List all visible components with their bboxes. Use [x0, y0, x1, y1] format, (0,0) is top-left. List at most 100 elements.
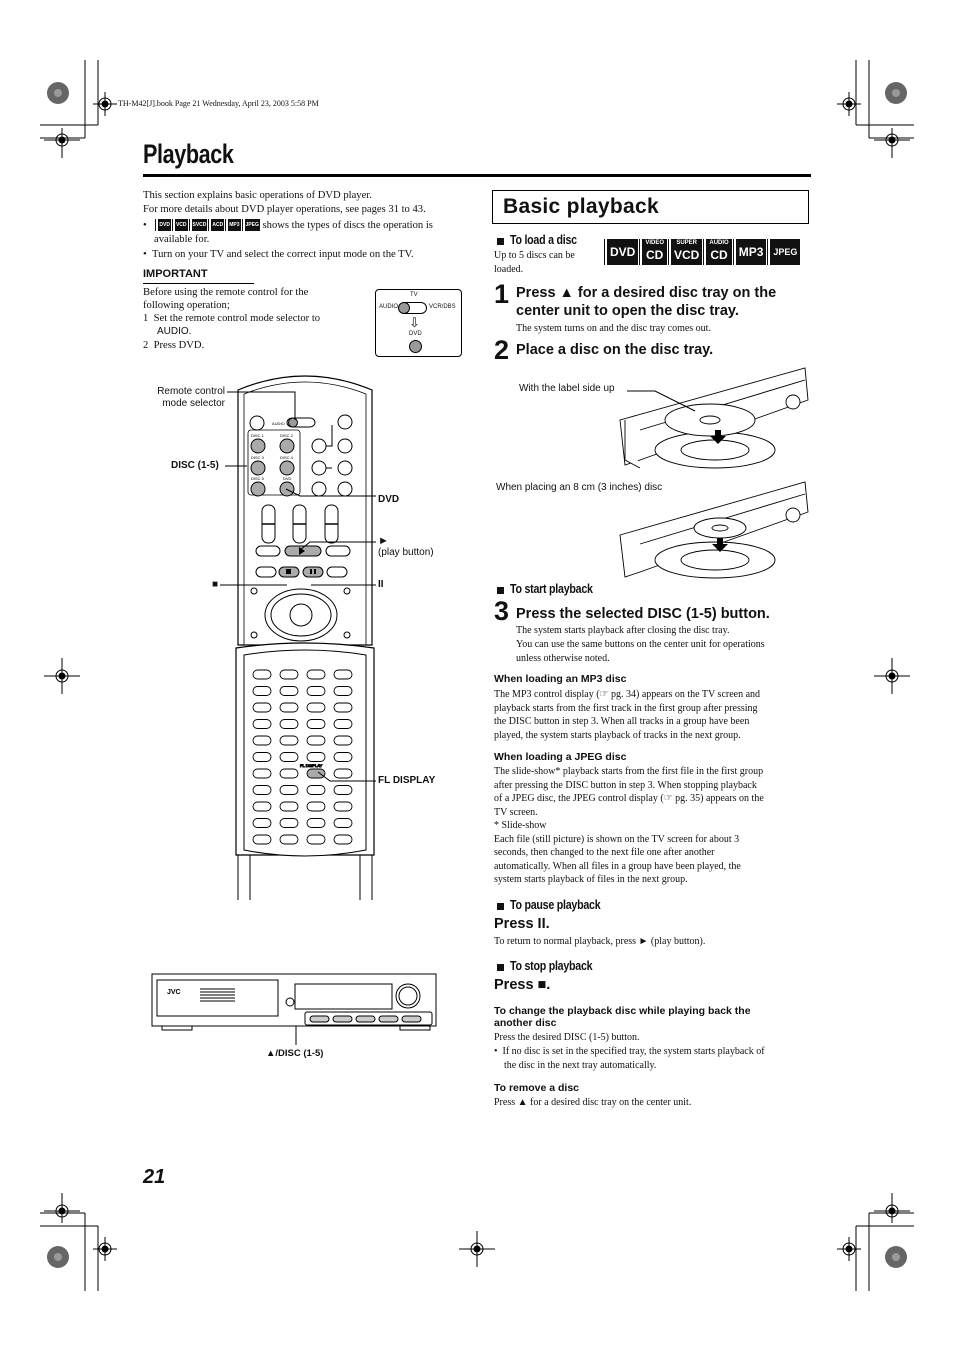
important-heading: IMPORTANT [143, 268, 208, 280]
step-text: Press DVD. [153, 340, 205, 351]
tray-button-3 [355, 1015, 376, 1023]
dvd-button [279, 481, 295, 497]
tray-button-5 [401, 1015, 422, 1023]
heading-line: another disc [494, 1017, 557, 1029]
remote-button [333, 818, 353, 828]
svg-text:DISC 1: DISC 1 [251, 433, 265, 438]
disc-type-badge: DVD [605, 239, 639, 265]
bullet-text: Turn on your TV and select the correct i… [152, 249, 414, 260]
remote-button [279, 801, 299, 812]
step-1-line-2: center unit to open the disc tray. [516, 303, 739, 319]
remote-button [252, 785, 272, 795]
mode-selector-diagram: TV AUDIO VCR/DBS ⇩ DVD [375, 289, 462, 357]
step-1-number: 1 [494, 279, 510, 309]
pause-press: Press II. [494, 916, 550, 932]
disc-type-badge: VIDEO CD [640, 239, 668, 265]
remote-control-illustration: AUDIO DISC 1 DISC 2DISC 3 DISC 4DISC 5 DVD … [235, 375, 375, 900]
step-1-note: The system turns on and the disc tray co… [516, 323, 711, 334]
jpeg-line: of a JPEG disc, the JPEG control display… [494, 793, 764, 804]
callout-line-1: Remote control [157, 386, 225, 397]
intro-line-2: For more details about DVD player operat… [143, 204, 426, 215]
remote-button [333, 669, 353, 680]
remote-button [306, 834, 326, 845]
disc-1-button [250, 438, 266, 454]
display-window [294, 983, 393, 1010]
jpeg-line: after pressing the DISC button in step 3… [494, 779, 757, 791]
bullet: • [143, 220, 147, 231]
heading-text: To pause playback [510, 897, 601, 912]
mp3-line: playback starts from the first track in … [494, 702, 758, 714]
heading-text: To load a disc [510, 232, 577, 247]
callout-pause: II [378, 579, 384, 590]
remote-button [252, 768, 272, 779]
pause-heading: To pause playback [497, 897, 620, 913]
disc-type-badge: MP3 [733, 239, 767, 265]
jpeg-icon: JPEG [242, 219, 260, 231]
square-bullet-icon [497, 902, 504, 910]
step-3-note-1: The system starts playback after closing… [516, 625, 730, 636]
arrow-down-icon: ⇩ [409, 315, 420, 330]
tv-label: TV [410, 292, 418, 298]
square-bullet-icon [497, 237, 504, 245]
small-disc-caption: When placing an 8 cm (3 inches) disc [496, 482, 663, 493]
remote-button [252, 719, 272, 729]
mp3-line: the DISC button in step 3. When all trac… [494, 716, 750, 727]
step-3-number: 3 [494, 596, 510, 626]
remote-button [279, 752, 299, 762]
brand-logo: JVC [167, 989, 181, 996]
jpeg-text: The slide-show* playback starts from the… [494, 765, 764, 887]
remote-button [333, 719, 353, 729]
book-info-header: TH-M42[J].book Page 21 Wednesday, April … [118, 99, 319, 108]
jpeg-line: system starts playback of files in the n… [494, 874, 688, 885]
remote-button [279, 686, 299, 696]
dvd-icon: DVD [156, 219, 171, 231]
heading-text: To start playback [510, 581, 593, 596]
disc-5-button [250, 481, 266, 497]
remote-button [306, 735, 326, 746]
important-rule [143, 283, 254, 284]
svg-text:DISC 2: DISC 2 [280, 433, 294, 438]
callout-disc: DISC (1-5) [171, 460, 219, 471]
pause-note: To return to normal playback, press ► (p… [494, 936, 706, 947]
center-unit-illustration: JVC [151, 973, 437, 1031]
remote-button [333, 768, 353, 779]
video-cd-icon: VCD [172, 219, 188, 231]
change-bullet: • If no disc is set in the specified tra… [494, 1045, 765, 1072]
step-num: 2 [143, 340, 149, 351]
start-heading: To start playback [497, 581, 611, 597]
remote-button [252, 686, 272, 696]
disc-type-badge: SUPER VCD [669, 239, 703, 265]
label-side-callout-line [627, 390, 696, 412]
important-step-1: 1 Set the remote control mode selector t… [143, 312, 320, 326]
badge-bottom: CD [646, 248, 664, 262]
jpeg-line: Each file (still picture) is shown on th… [494, 833, 740, 845]
disc-3-button [250, 460, 266, 476]
remote-button [306, 785, 326, 795]
remote-button [279, 785, 299, 795]
important-step-2: 2 Press DVD. [143, 339, 204, 353]
remote-button [279, 818, 299, 828]
heading-text: To stop playback [510, 958, 593, 973]
dvd-label: DVD [409, 331, 422, 337]
callout-stop: ■ [212, 579, 219, 590]
audio-cd-icon: ACD [209, 219, 225, 231]
square-bullet-icon [497, 963, 504, 971]
important-line-1: Before using the remote control for the [143, 287, 309, 298]
remote-button [252, 818, 272, 828]
remote-button [333, 785, 353, 795]
bullet: • [494, 1046, 498, 1057]
remote-button [306, 686, 326, 696]
step-1-line-1: Press ▲ for a desired disc tray on the [516, 285, 777, 301]
fl-display-mini-label: FL DISPLAY [300, 763, 323, 768]
remote-button [306, 818, 326, 828]
callout-line-2: mode selector [162, 398, 225, 409]
remote-button [279, 702, 299, 713]
remote-button [279, 735, 299, 746]
remote-button [306, 702, 326, 713]
remote-button [252, 834, 272, 845]
remote-button [279, 669, 299, 680]
remote-button [333, 702, 353, 713]
jpeg-line: seconds, then changed to the next file o… [494, 847, 715, 858]
callout-fl-display: FL DISPLAY [378, 775, 436, 786]
audio-label: AUDIO [379, 304, 399, 310]
